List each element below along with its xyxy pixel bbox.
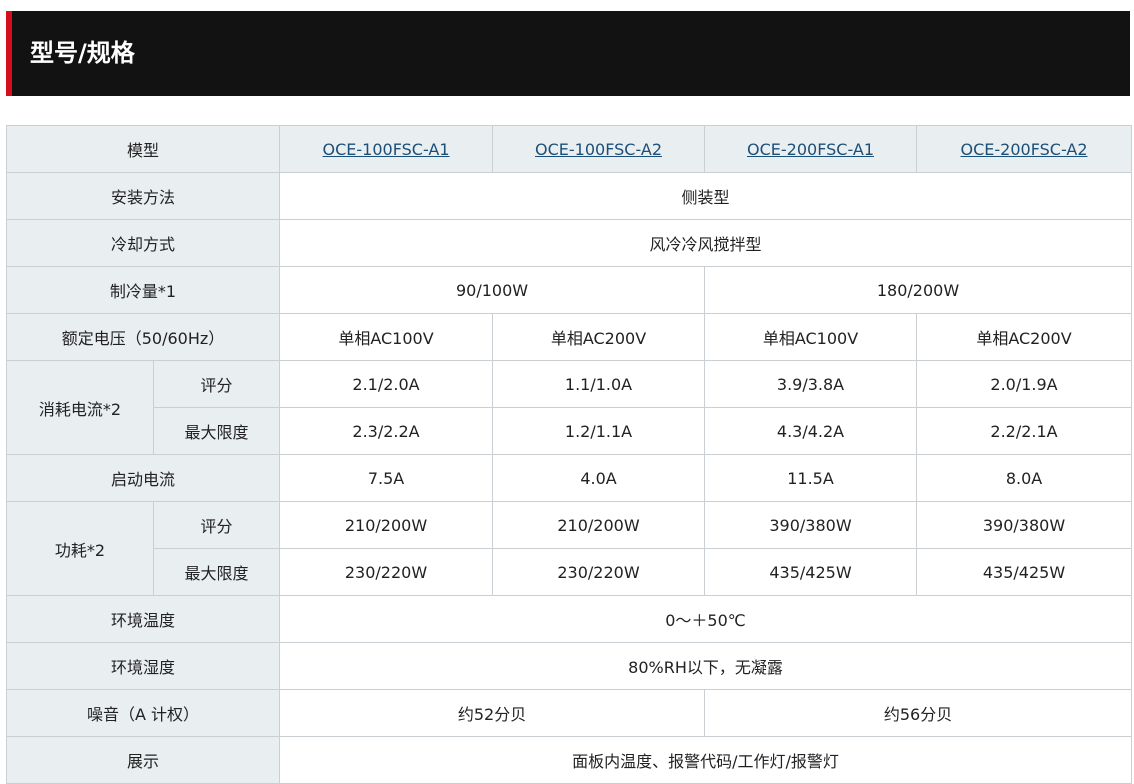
model-link-3[interactable]: OCE-200FSC-A1 (747, 140, 874, 159)
model-cell: OCE-100FSC-A1 (279, 125, 494, 173)
table-cell: 1.1/1.0A (492, 360, 706, 408)
row-sublabel: 评分 (152, 501, 281, 549)
model-label: 模型 (5, 125, 281, 173)
table-cell: 435/425W (916, 548, 1133, 596)
table-cell: 180/200W (704, 266, 1133, 314)
table-cell: 面板内温度、报警代码/工作灯/报警灯 (279, 736, 1133, 784)
row-label: 安装方法 (5, 172, 281, 220)
table-row: 模型 OCE-100FSC-A1 OCE-100FSC-A2 OCE-200FS… (5, 125, 1133, 173)
table-cell: 230/220W (279, 548, 494, 596)
table-row: 启动电流 7.5A 4.0A 11.5A 8.0A (5, 454, 1133, 502)
table-row: 最大限度 2.3/2.2A 1.2/1.1A 4.3/4.2A 2.2/2.1A (7, 407, 1133, 455)
table-row: 消耗电流*2 评分 2.1/2.0A 1.1/1.0A 3.9/3.8A 2.0… (6, 360, 1133, 455)
row-label: 冷却方式 (5, 219, 281, 267)
row-sublabel: 评分 (152, 360, 281, 408)
table-cell: 约56分贝 (704, 689, 1133, 737)
table-cell: 2.3/2.2A (279, 407, 494, 455)
table-cell: 390/380W (704, 501, 918, 549)
table-cell: 435/425W (704, 548, 918, 596)
table-cell: 8.0A (916, 454, 1133, 502)
row-sublabel: 最大限度 (152, 548, 281, 596)
table-row: 制冷量*1 90/100W 180/200W (5, 266, 1133, 314)
model-link-4[interactable]: OCE-200FSC-A2 (961, 140, 1088, 159)
table-cell: 单相AC200V (916, 313, 1133, 361)
header-accent-bar (6, 11, 12, 96)
table-cell: 390/380W (916, 501, 1133, 549)
section-title: 型号/规格 (30, 39, 135, 67)
table-row: 冷却方式 风冷冷风搅拌型 (5, 219, 1133, 267)
table-cell: 210/200W (279, 501, 494, 549)
table-cell: 2.2/2.1A (916, 407, 1133, 455)
row-label: 制冷量*1 (5, 266, 281, 314)
table-cell: 4.3/4.2A (704, 407, 918, 455)
table-row: 最大限度 230/220W 230/220W 435/425W 435/425W (7, 548, 1133, 596)
table-cell: 7.5A (279, 454, 494, 502)
row-group-label: 功耗*2 (6, 501, 154, 596)
table-cell: 单相AC200V (492, 313, 706, 361)
model-link-1[interactable]: OCE-100FSC-A1 (323, 140, 450, 159)
table-cell: 4.0A (492, 454, 706, 502)
table-cell: 单相AC100V (279, 313, 494, 361)
row-label: 环境湿度 (5, 642, 281, 690)
table-cell: 约52分贝 (279, 689, 706, 737)
table-cell: 80%RH以下，无凝露 (279, 642, 1133, 690)
table-cell: 单相AC100V (704, 313, 918, 361)
model-link-2[interactable]: OCE-100FSC-A2 (535, 140, 662, 159)
table-cell: 侧装型 (279, 172, 1133, 220)
table-row: 噪音（A 计权） 约52分贝 约56分贝 (5, 689, 1133, 737)
row-group-label: 消耗电流*2 (6, 360, 154, 455)
table-cell: 2.1/2.0A (279, 360, 494, 408)
table-row: 环境湿度 80%RH以下，无凝露 (5, 642, 1133, 690)
section-header: 型号/规格 (6, 11, 1130, 96)
table-row: 环境温度 0～＋50℃ (5, 595, 1133, 643)
row-sublabel: 最大限度 (152, 407, 281, 455)
table-cell: 0～＋50℃ (279, 595, 1133, 643)
table-cell: 3.9/3.8A (704, 360, 918, 408)
table-row: 安装方法 侧装型 (5, 172, 1133, 220)
table-cell: 210/200W (492, 501, 706, 549)
model-cell: OCE-200FSC-A1 (704, 125, 918, 173)
table-row: 额定电压（50/60Hz） 单相AC100V 单相AC200V 单相AC100V… (5, 313, 1133, 361)
row-label: 展示 (5, 736, 281, 784)
row-label: 启动电流 (5, 454, 281, 502)
table-cell: 90/100W (279, 266, 706, 314)
table-row: 功耗*2 评分 210/200W 210/200W 390/380W 390/3… (6, 501, 1133, 596)
row-label: 环境温度 (5, 595, 281, 643)
table-cell: 2.0/1.9A (916, 360, 1133, 408)
row-label: 噪音（A 计权） (5, 689, 281, 737)
table-row: 展示 面板内温度、报警代码/工作灯/报警灯 (5, 736, 1133, 784)
row-label: 额定电压（50/60Hz） (5, 313, 281, 361)
model-cell: OCE-100FSC-A2 (492, 125, 706, 173)
table-cell: 1.2/1.1A (492, 407, 706, 455)
model-cell: OCE-200FSC-A2 (916, 125, 1133, 173)
table-cell: 风冷冷风搅拌型 (279, 219, 1133, 267)
spec-table: 模型 OCE-100FSC-A1 OCE-100FSC-A2 OCE-200FS… (5, 125, 1133, 784)
table-cell: 11.5A (704, 454, 918, 502)
table-cell: 230/220W (492, 548, 706, 596)
